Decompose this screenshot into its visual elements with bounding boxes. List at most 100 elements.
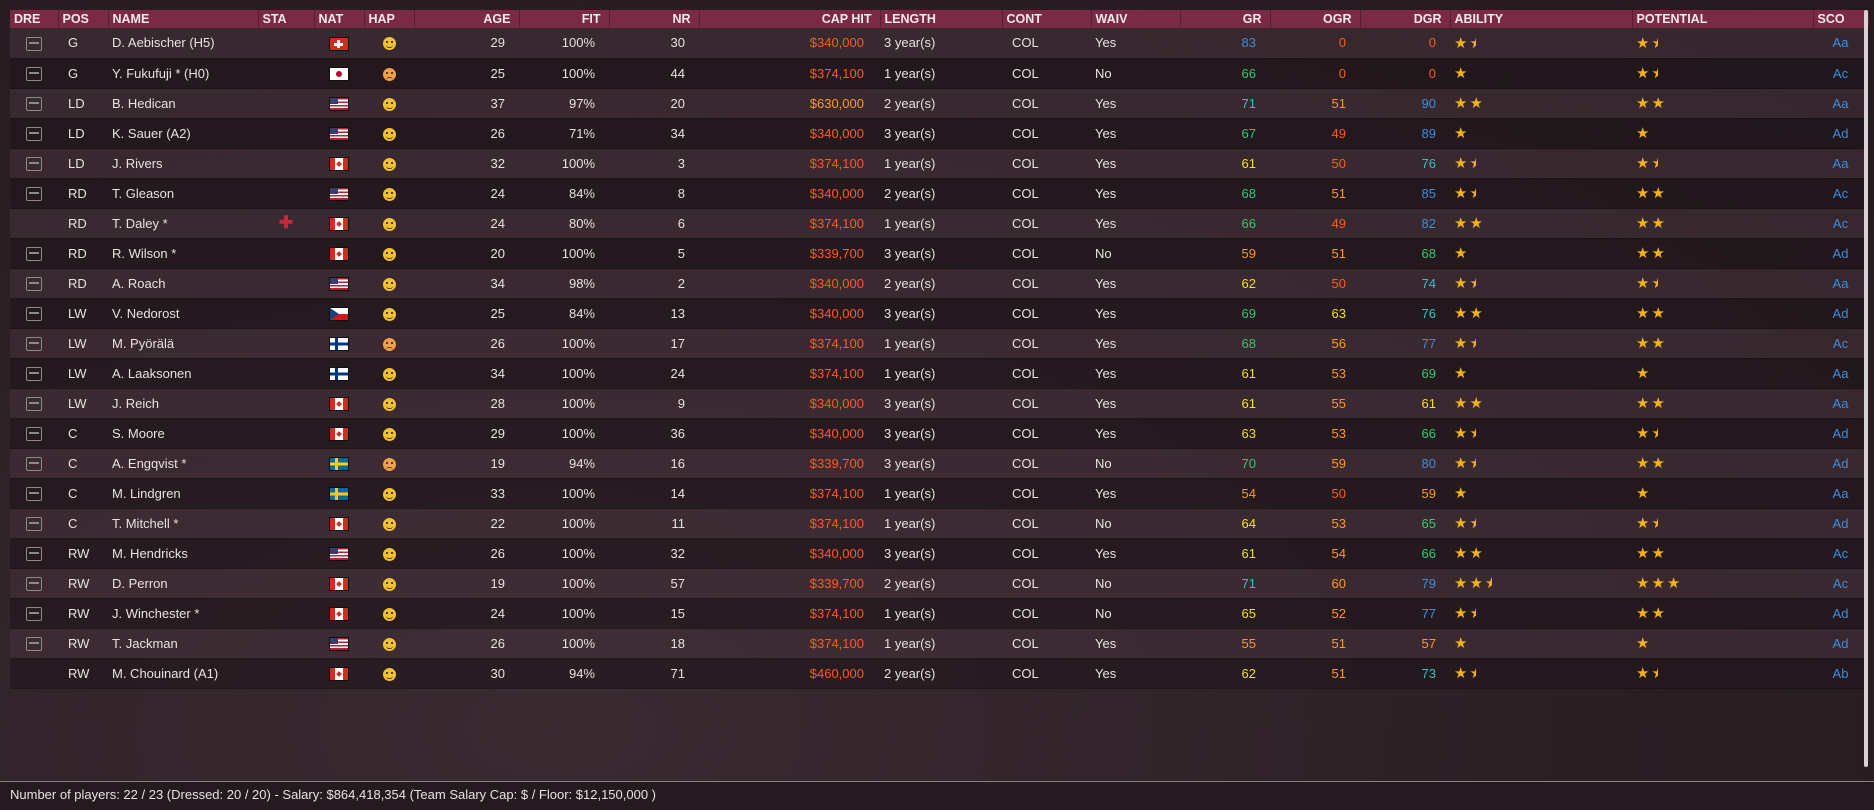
player-name-cell[interactable]: A. Engqvist * (108, 448, 258, 479)
player-name-cell[interactable]: T. Jackman (108, 628, 258, 659)
player-name-cell[interactable]: D. Aebischer (H5) (108, 28, 258, 59)
scout-cell[interactable]: Ab (1813, 658, 1868, 689)
scout-cell[interactable]: Ac (1813, 208, 1868, 239)
dressed-icon[interactable] (26, 126, 42, 141)
player-name-cell[interactable]: M. Pyörälä (108, 328, 258, 359)
scout-cell[interactable]: Ad (1813, 118, 1868, 149)
player-row[interactable]: LD B. Hedican 37 97% 20 $630,000 2 year(s) COL Y… (10, 88, 1868, 119)
scout-cell[interactable]: Aa (1813, 148, 1868, 179)
dressed-icon[interactable] (26, 186, 42, 201)
dressed-cell[interactable] (10, 478, 58, 509)
player-row[interactable]: C A. Engqvist * 19 94% 16 $339,700 3 year(s) CO… (10, 448, 1868, 479)
scout-cell[interactable]: Ad (1813, 448, 1868, 479)
player-row[interactable]: LD K. Sauer (A2) 26 71% 34 $340,000 3 year(s) C… (10, 118, 1868, 149)
player-name-cell[interactable]: Y. Fukufuji * (H0) (108, 58, 258, 89)
player-row[interactable]: RD T. Daley * ✚ 24 80% 6 $374,100 1 year(s) COL Y… (10, 208, 1868, 239)
player-row[interactable]: LW A. Laaksonen 34 100% 24 $374,100 1 year(s) C… (10, 358, 1868, 389)
col-header-length[interactable]: LENGTH (880, 10, 1003, 28)
dressed-cell[interactable] (10, 178, 58, 209)
scout-cell[interactable]: Ad (1813, 418, 1868, 449)
dressed-cell[interactable] (10, 658, 58, 689)
player-name-cell[interactable]: B. Hedican (108, 88, 258, 119)
player-row[interactable]: LW M. Pyörälä 26 100% 17 $374,100 1 year(s) COL… (10, 328, 1868, 359)
dressed-cell[interactable] (10, 598, 58, 629)
col-header-age[interactable]: AGE (414, 10, 520, 28)
dressed-cell[interactable] (10, 118, 58, 149)
player-name-cell[interactable]: V. Nedorost (108, 298, 258, 329)
col-header-hap[interactable]: HAP (364, 10, 415, 28)
dressed-icon[interactable] (26, 576, 42, 591)
scout-cell[interactable]: Ac (1813, 538, 1868, 569)
player-row[interactable]: LW J. Reich 28 100% 9 $340,000 3 year(s) COL Yes… (10, 388, 1868, 419)
dressed-icon[interactable] (26, 516, 42, 531)
dressed-icon[interactable] (26, 36, 42, 51)
dressed-cell[interactable] (10, 538, 58, 569)
player-name-cell[interactable]: J. Winchester * (108, 598, 258, 629)
player-row[interactable]: RW T. Jackman 26 100% 18 $374,100 1 year(s) COL… (10, 628, 1868, 659)
player-name-cell[interactable]: T. Gleason (108, 178, 258, 209)
col-header-nat[interactable]: NAT (314, 10, 365, 28)
col-header-waiv[interactable]: WAIV (1091, 10, 1181, 28)
player-row[interactable]: RD R. Wilson * 20 100% 5 $339,700 3 year(s) COL… (10, 238, 1868, 269)
dressed-cell[interactable] (10, 268, 58, 299)
dressed-cell[interactable] (10, 298, 58, 329)
scout-cell[interactable]: Ac (1813, 178, 1868, 209)
dressed-icon[interactable] (26, 156, 42, 171)
scout-cell[interactable]: Aa (1813, 268, 1868, 299)
dressed-cell[interactable] (10, 238, 58, 269)
player-name-cell[interactable]: T. Mitchell * (108, 508, 258, 539)
player-name-cell[interactable]: D. Perron (108, 568, 258, 599)
dressed-cell[interactable] (10, 88, 58, 119)
dressed-cell[interactable] (10, 388, 58, 419)
dressed-cell[interactable] (10, 628, 58, 659)
player-row[interactable]: RD T. Gleason 24 84% 8 $340,000 2 year(s) COL Ye… (10, 178, 1868, 209)
col-header-name[interactable]: NAME (108, 10, 259, 28)
dressed-cell[interactable] (10, 358, 58, 389)
dressed-icon[interactable] (26, 306, 42, 321)
scout-cell[interactable]: Aa (1813, 28, 1868, 59)
player-row[interactable]: RW M. Chouinard (A1) 30 94% 71 $460,000 2 year… (10, 658, 1868, 689)
player-row[interactable]: LD J. Rivers 32 100% 3 $374,100 1 year(s) COL Ye… (10, 148, 1868, 179)
col-header-potential[interactable]: POTENTIAL (1632, 10, 1814, 28)
dressed-icon[interactable] (26, 546, 42, 561)
col-header-ogr[interactable]: OGR (1270, 10, 1361, 28)
player-row[interactable]: C S. Moore 29 100% 36 $340,000 3 year(s) COL Yes… (10, 418, 1868, 449)
scout-cell[interactable]: Aa (1813, 88, 1868, 119)
dressed-icon[interactable] (26, 246, 42, 261)
player-name-cell[interactable]: M. Chouinard (A1) (108, 658, 258, 689)
player-name-cell[interactable]: K. Sauer (A2) (108, 118, 258, 149)
dressed-cell[interactable] (10, 148, 58, 179)
dressed-cell[interactable] (10, 208, 58, 239)
player-row[interactable]: C M. Lindgren 33 100% 14 $374,100 1 year(s) COL… (10, 478, 1868, 509)
scout-cell[interactable]: Ac (1813, 568, 1868, 599)
dressed-cell[interactable] (10, 568, 58, 599)
player-row[interactable]: C T. Mitchell * 22 100% 11 $374,100 1 year(s) C… (10, 508, 1868, 539)
scout-cell[interactable]: Ad (1813, 508, 1868, 539)
col-header-sco[interactable]: SCO (1813, 10, 1869, 28)
dressed-cell[interactable] (10, 28, 58, 59)
dressed-icon[interactable] (26, 396, 42, 411)
scout-cell[interactable]: Aa (1813, 388, 1868, 419)
dressed-icon[interactable] (26, 276, 42, 291)
player-name-cell[interactable]: J. Rivers (108, 148, 258, 179)
dressed-cell[interactable] (10, 418, 58, 449)
vertical-scrollbar[interactable] (1864, 10, 1868, 767)
dressed-icon[interactable] (26, 486, 42, 501)
dressed-cell[interactable] (10, 508, 58, 539)
dressed-icon[interactable] (26, 636, 42, 651)
player-row[interactable]: RW D. Perron 19 100% 57 $339,700 2 year(s) COL N… (10, 568, 1868, 599)
dressed-icon[interactable] (26, 456, 42, 471)
col-header-pos[interactable]: POS (58, 10, 109, 28)
col-header-ability[interactable]: ABILITY (1450, 10, 1633, 28)
dressed-icon[interactable] (26, 606, 42, 621)
player-name-cell[interactable]: R. Wilson * (108, 238, 258, 269)
col-header-sta[interactable]: STA (258, 10, 315, 28)
scout-cell[interactable]: Ad (1813, 298, 1868, 329)
scout-cell[interactable]: Ac (1813, 58, 1868, 89)
dressed-cell[interactable] (10, 328, 58, 359)
col-header-cap-hit[interactable]: CAP HIT (699, 10, 881, 28)
dressed-icon[interactable] (26, 336, 42, 351)
player-name-cell[interactable]: A. Laaksonen (108, 358, 258, 389)
player-name-cell[interactable]: S. Moore (108, 418, 258, 449)
dressed-icon[interactable] (26, 366, 42, 381)
